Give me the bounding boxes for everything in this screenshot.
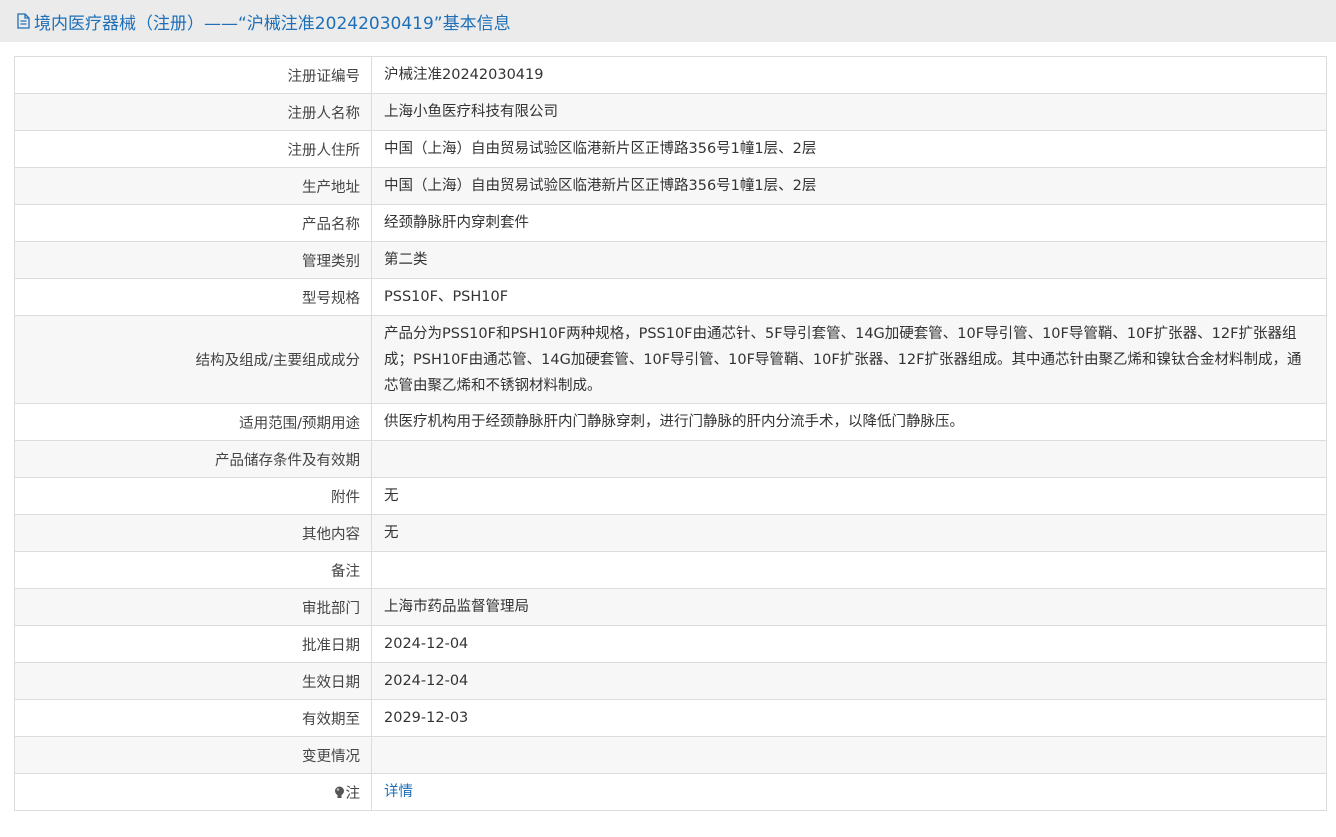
details-link[interactable]: 详情 <box>384 784 413 800</box>
table-row: 备注 <box>14 551 1327 589</box>
table-row: 型号规格 PSS10F、PSH10F <box>14 278 1327 316</box>
field-value: 2029-12-03 <box>371 699 1327 737</box>
table-row: 审批部门 上海市药品监督管理局 <box>14 588 1327 626</box>
table-row: 注册人名称 上海小鱼医疗科技有限公司 <box>14 93 1327 131</box>
table-row: 产品储存条件及有效期 <box>14 440 1327 478</box>
field-label: 产品名称 <box>14 204 372 242</box>
table-row: 注册证编号 沪械注准20242030419 <box>14 56 1327 94</box>
table-row: 管理类别 第二类 <box>14 241 1327 279</box>
table-row: 产品名称 经颈静脉肝内穿刺套件 <box>14 204 1327 242</box>
field-value: 上海小鱼医疗科技有限公司 <box>371 93 1327 131</box>
field-label: 产品储存条件及有效期 <box>14 440 372 478</box>
field-label: 有效期至 <box>14 699 372 737</box>
field-label: 备注 <box>14 551 372 589</box>
field-value: 中国（上海）自由贸易试验区临港新片区正博路356号1幢1层、2层 <box>371 167 1327 205</box>
note-label: 注 <box>345 785 361 802</box>
field-value: 第二类 <box>371 241 1327 279</box>
info-table: 注册证编号 沪械注准20242030419 注册人名称 上海小鱼医疗科技有限公司… <box>14 56 1327 811</box>
field-value: 上海市药品监督管理局 <box>371 588 1327 626</box>
table-row: 注册人住所 中国（上海）自由贸易试验区临港新片区正博路356号1幢1层、2层 <box>14 130 1327 168</box>
document-icon <box>16 13 31 29</box>
field-label: 生产地址 <box>14 167 372 205</box>
table-row: 生效日期 2024-12-04 <box>14 662 1327 700</box>
info-table-container: 注册证编号 沪械注准20242030419 注册人名称 上海小鱼医疗科技有限公司… <box>14 56 1327 811</box>
field-value: 经颈静脉肝内穿刺套件 <box>371 204 1327 242</box>
table-row: 批准日期 2024-12-04 <box>14 625 1327 663</box>
field-value: 供医疗机构用于经颈静脉肝内门静脉穿刺，进行门静脉的肝内分流手术，以降低门静脉压。 <box>371 403 1327 441</box>
field-label: 注册证编号 <box>14 56 372 94</box>
page-header: 境内医疗器械（注册）——“沪械注准20242030419”基本信息 <box>0 0 1336 42</box>
field-value: PSS10F、PSH10F <box>371 278 1327 316</box>
table-row: 变更情况 <box>14 736 1327 774</box>
field-label: 生效日期 <box>14 662 372 700</box>
field-label: 注册人名称 <box>14 93 372 131</box>
field-label: 适用范围/预期用途 <box>14 403 372 441</box>
note-value-cell: 详情 <box>371 773 1327 811</box>
lightbulb-icon <box>334 786 345 799</box>
field-label: 结构及组成/主要组成成分 <box>14 315 372 404</box>
table-row: 结构及组成/主要组成成分 产品分为PSS10F和PSH10F两种规格，PSS10… <box>14 315 1327 404</box>
field-label: 注册人住所 <box>14 130 372 168</box>
field-label: 其他内容 <box>14 514 372 552</box>
field-value <box>371 551 1327 589</box>
field-label: 变更情况 <box>14 736 372 774</box>
table-row: 生产地址 中国（上海）自由贸易试验区临港新片区正博路356号1幢1层、2层 <box>14 167 1327 205</box>
field-label: 型号规格 <box>14 278 372 316</box>
field-value <box>371 440 1327 478</box>
field-value: 产品分为PSS10F和PSH10F两种规格，PSS10F由通芯针、5F导引套管、… <box>371 315 1327 404</box>
field-value: 中国（上海）自由贸易试验区临港新片区正博路356号1幢1层、2层 <box>371 130 1327 168</box>
field-value: 无 <box>371 477 1327 515</box>
table-row: 有效期至 2029-12-03 <box>14 699 1327 737</box>
page-title: 境内医疗器械（注册）——“沪械注准20242030419”基本信息 <box>34 13 511 34</box>
field-value: 2024-12-04 <box>371 662 1327 700</box>
field-label: 管理类别 <box>14 241 372 279</box>
table-row: 附件 无 <box>14 477 1327 515</box>
field-value: 沪械注准20242030419 <box>371 56 1327 94</box>
table-row: 其他内容 无 <box>14 514 1327 552</box>
field-value: 无 <box>371 514 1327 552</box>
field-value: 2024-12-04 <box>371 625 1327 663</box>
field-label: 审批部门 <box>14 588 372 626</box>
note-label-cell: 注 <box>14 773 372 811</box>
field-label: 附件 <box>14 477 372 515</box>
note-row: 注 详情 <box>14 773 1327 811</box>
field-value <box>371 736 1327 774</box>
field-label: 批准日期 <box>14 625 372 663</box>
table-row: 适用范围/预期用途 供医疗机构用于经颈静脉肝内门静脉穿刺，进行门静脉的肝内分流手… <box>14 403 1327 441</box>
